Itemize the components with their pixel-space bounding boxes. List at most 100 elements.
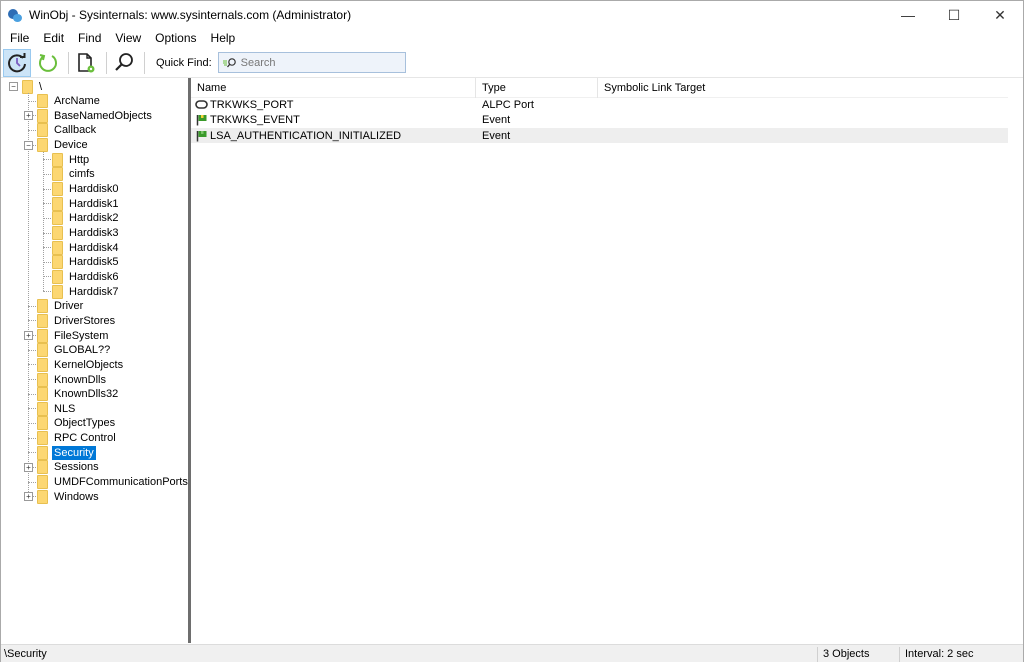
column-header-name[interactable]: Name (191, 78, 476, 98)
tree-item-harddisk3[interactable]: Harddisk3 (52, 226, 121, 241)
list-row[interactable]: TRKWKS_EVENT Event (191, 112, 1008, 127)
tree-guide-line (43, 247, 51, 249)
tree-item-label: Harddisk5 (69, 256, 119, 269)
tree-item-harddisk5[interactable]: Harddisk5 (52, 255, 121, 270)
object-list: Name Type Symbolic Link Target TRKWKS_PO… (191, 78, 1023, 643)
list-row[interactable]: TRKWKS_PORT ALPC Port (191, 97, 1008, 112)
folder-icon (52, 269, 63, 284)
tree-item-knowndlls[interactable]: KnownDlls (37, 372, 108, 387)
tree-item-nls[interactable]: NLS (37, 401, 77, 416)
folder-icon (37, 94, 48, 109)
menu-edit[interactable]: Edit (36, 31, 71, 45)
folder-icon (52, 226, 63, 240)
list-header: Name Type Symbolic Link Target (191, 78, 1008, 98)
event-flag-icon (195, 114, 208, 126)
menu-file[interactable]: File (3, 31, 36, 45)
tree-item-arcname[interactable]: ArcName (37, 94, 102, 109)
tree-item-driverstores[interactable]: DriverStores (37, 313, 117, 328)
maximize-button[interactable]: ☐ (931, 1, 977, 29)
tree-item-label: KnownDlls32 (54, 388, 119, 401)
folder-icon (52, 167, 63, 182)
tree-item-windows[interactable]: Windows (37, 489, 101, 504)
folder-icon (37, 108, 48, 123)
tree-item-harddisk4[interactable]: Harddisk4 (52, 240, 121, 255)
tree-item-label: Harddisk6 (69, 270, 119, 283)
tree-item-filesystem[interactable]: FileSystem (37, 328, 110, 343)
tree-item-kernelobjects[interactable]: KernelObjects (37, 357, 125, 372)
find-button[interactable] (110, 49, 138, 77)
folder-icon (37, 299, 48, 314)
tree-root[interactable]: \ (22, 79, 44, 94)
tree-item-harddisk1[interactable]: Harddisk1 (52, 196, 121, 211)
column-header-type[interactable]: Type (476, 78, 598, 98)
expand-icon[interactable]: + (24, 331, 33, 341)
folder-icon (37, 445, 48, 460)
status-path: \Security (4, 648, 47, 660)
expand-icon[interactable]: + (24, 111, 33, 121)
tree-item-harddisk2[interactable]: Harddisk2 (52, 211, 121, 226)
folder-icon (37, 313, 48, 328)
tree-item-label: KnownDlls (54, 373, 106, 386)
tree-guide-line (28, 452, 36, 454)
refresh-button[interactable] (34, 49, 62, 77)
collapse-icon[interactable]: − (24, 140, 33, 150)
tree-item-basenamedobjects[interactable]: BaseNamedObjects (37, 108, 154, 123)
folder-icon (37, 372, 48, 387)
menu-help[interactable]: Help (204, 31, 243, 45)
collapse-icon[interactable]: − (9, 82, 18, 91)
tree-item-label: Harddisk3 (69, 227, 119, 239)
tree-item-device[interactable]: Device (37, 138, 90, 153)
tree-item-objecttypes[interactable]: ObjectTypes (37, 416, 117, 431)
tree-item-umdfcommunicationports[interactable]: UMDFCommunicationPorts (37, 475, 188, 490)
properties-button[interactable] (72, 49, 100, 77)
menu-options[interactable]: Options (148, 31, 203, 45)
minimize-button[interactable]: — (885, 1, 931, 29)
tree-item-driver[interactable]: Driver (37, 299, 85, 314)
tree-item-sessions[interactable]: Sessions (37, 460, 101, 475)
tree-item-label: BaseNamedObjects (54, 109, 152, 122)
clock-refresh-icon (8, 52, 26, 72)
list-row[interactable]: LSA_AUTHENTICATION_INITIALIZED Event (191, 128, 1008, 143)
tree-guide-line (43, 188, 51, 190)
tree-item-callback[interactable]: Callback (37, 123, 98, 138)
status-divider (817, 647, 818, 662)
tree-guide-line (28, 481, 36, 483)
tree-item-harddisk6[interactable]: Harddisk6 (52, 269, 121, 284)
tree-item-http[interactable]: Http (52, 152, 91, 167)
tree-guide-line (28, 408, 36, 410)
auto-refresh-button[interactable] (3, 48, 31, 77)
tree-item-security[interactable]: Security (37, 445, 96, 460)
column-header-symbolic-link-target[interactable]: Symbolic Link Target (598, 78, 1008, 98)
status-bar: \Security 3 Objects Interval: 2 sec (1, 644, 1023, 662)
object-name: LSA_AUTHENTICATION_INITIALIZED (210, 129, 402, 142)
expand-icon[interactable]: + (24, 462, 33, 472)
toolbar-separator (68, 51, 69, 74)
close-button[interactable]: ✕ (977, 1, 1023, 29)
tree-guide-line (43, 261, 51, 263)
quick-find-box[interactable] (217, 52, 406, 73)
folder-icon (37, 431, 48, 446)
tree-item-harddisk7[interactable]: Harddisk7 (52, 284, 121, 299)
folder-icon (52, 284, 63, 299)
folder-icon (52, 240, 63, 255)
menu-view[interactable]: View (108, 31, 148, 45)
tree-item-cimfs[interactable]: cimfs (52, 167, 97, 182)
menu-find[interactable]: Find (71, 31, 108, 45)
quick-find-label: Quick Find: (156, 56, 212, 69)
tree-item-knowndlls32[interactable]: KnownDlls32 (37, 387, 120, 402)
folder-icon (22, 79, 33, 94)
tree-item-label: Security (52, 445, 96, 460)
object-tree[interactable]: \ − ArcName + BaseNamedObjects Callback − Dev… (2, 78, 188, 643)
tree-item-label: FileSystem (54, 329, 109, 342)
tree-item-global[interactable]: GLOBAL?? (37, 343, 112, 358)
object-name: TRKWKS_PORT (210, 98, 294, 111)
folder-icon (37, 357, 48, 372)
tree-item-harddisk0[interactable]: Harddisk0 (52, 182, 121, 197)
tree-item-label: Harddisk0 (69, 183, 119, 196)
tree-item-label: Harddisk4 (69, 241, 119, 254)
quick-find-input[interactable] (240, 56, 401, 69)
folder-icon (52, 152, 63, 167)
tree-guide-line (43, 173, 51, 175)
expand-icon[interactable]: + (24, 492, 33, 502)
tree-item-rpc-control[interactable]: RPC Control (37, 431, 118, 446)
